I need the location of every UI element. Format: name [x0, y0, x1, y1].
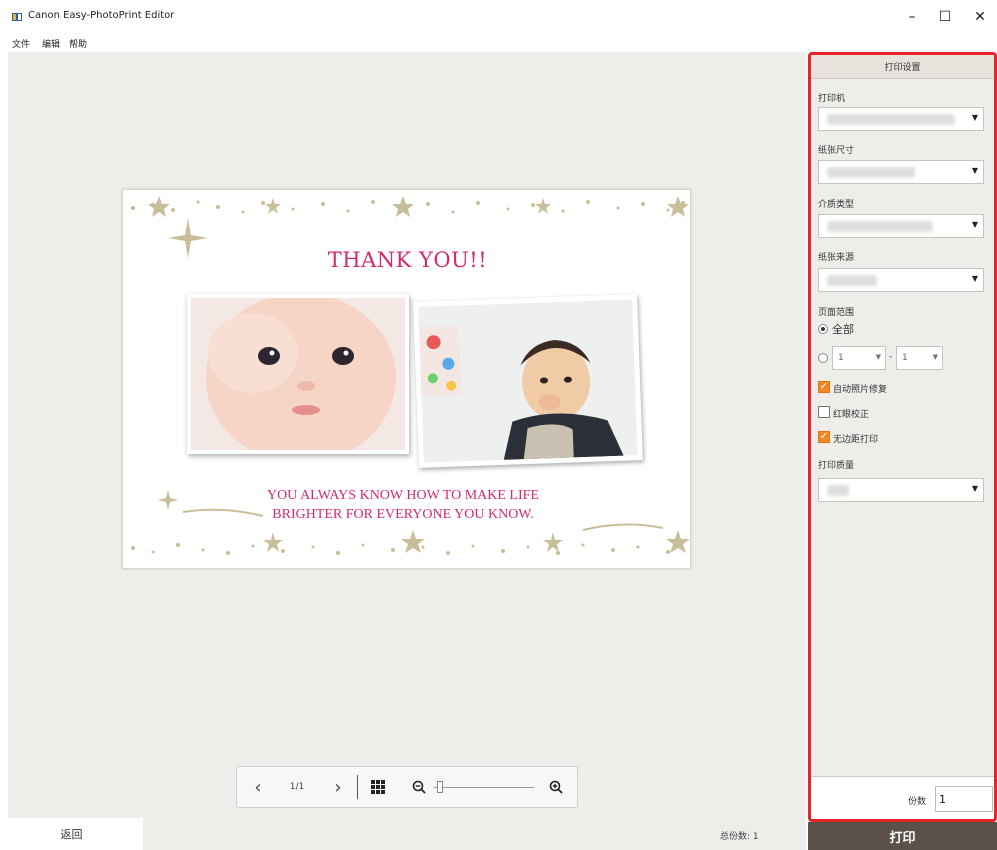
- baby-playing-image: [418, 299, 638, 463]
- borderless-checkbox[interactable]: [818, 431, 830, 443]
- copies-label: 份数: [908, 797, 927, 807]
- view-toolbar: ‹ 1/1 ›: [236, 766, 578, 808]
- media-type-label: 介质类型: [818, 200, 855, 210]
- paper-source-value-blurred: [827, 275, 877, 286]
- dropdown-arrow-icon: ▼: [875, 353, 881, 361]
- borderless-label: 无边距打印: [833, 435, 879, 445]
- media-type-select[interactable]: ▼: [818, 214, 984, 238]
- paper-size-value-blurred: [827, 167, 915, 178]
- baby-portrait-image: [191, 293, 405, 463]
- zoom-slider-thumb[interactable]: [437, 781, 443, 793]
- range-all-radio[interactable]: [818, 324, 828, 334]
- minimize-button[interactable]: –: [897, 6, 927, 28]
- zoom-slider[interactable]: [431, 767, 537, 807]
- dropdown-arrow-icon: ▼: [971, 113, 978, 122]
- auto-photo-fix-checkbox[interactable]: [818, 381, 830, 393]
- title-bar: Canon Easy-PhotoPrint Editor – ☐ ✕: [0, 0, 997, 34]
- page-range-label: 页面范围: [818, 308, 855, 318]
- dropdown-arrow-icon: ▼: [971, 484, 978, 493]
- dropdown-arrow-icon: ▼: [971, 220, 978, 229]
- print-quality-select[interactable]: ▼: [818, 478, 984, 502]
- total-count-label: 总份数: 1: [720, 832, 759, 842]
- red-eye-checkbox[interactable]: [818, 406, 830, 418]
- paper-size-label: 纸张尺寸: [818, 146, 855, 156]
- photo-frame-left[interactable]: [187, 293, 409, 463]
- printer-value-blurred: [827, 114, 955, 125]
- menu-help[interactable]: 帮助: [69, 37, 87, 50]
- stars-border-bottom-icon: [131, 490, 690, 555]
- print-quality-value-blurred: [827, 485, 849, 496]
- range-from-value: 1: [838, 353, 844, 363]
- dropdown-arrow-icon: ▼: [971, 166, 978, 175]
- paper-size-select[interactable]: ▼: [818, 160, 984, 184]
- panel-footer: 份数: [811, 776, 994, 819]
- menu-bar: 文件 编辑 帮助: [0, 34, 997, 52]
- zoom-out-icon[interactable]: [409, 767, 429, 807]
- app-icon: [12, 13, 22, 21]
- prev-page-icon[interactable]: ‹: [245, 767, 271, 807]
- card-preview[interactable]: THANK YOU!! YOU ALWAYS KNOW HOW TO MAKE …: [122, 189, 691, 569]
- maximize-button[interactable]: ☐: [930, 6, 960, 28]
- next-page-icon[interactable]: ›: [325, 767, 351, 807]
- range-custom-radio[interactable]: [818, 353, 828, 363]
- photo-frame-right[interactable]: [413, 294, 643, 468]
- zoom-in-icon[interactable]: [545, 767, 567, 807]
- grid-icon[interactable]: [365, 767, 391, 807]
- window-title: Canon Easy-PhotoPrint Editor: [28, 10, 175, 21]
- back-button[interactable]: 返回: [0, 818, 143, 850]
- printer-label: 打印机: [818, 94, 846, 104]
- media-type-value-blurred: [827, 221, 933, 232]
- paper-source-label: 纸张来源: [818, 253, 855, 263]
- range-to-input[interactable]: 1 ▼: [896, 346, 943, 370]
- copies-input[interactable]: [935, 786, 993, 812]
- dropdown-arrow-icon: ▼: [971, 274, 978, 283]
- dropdown-arrow-icon: ▼: [932, 353, 938, 361]
- red-eye-label: 红眼校正: [833, 410, 870, 420]
- menu-edit[interactable]: 编辑: [42, 37, 60, 50]
- card-title: THANK YOU!!: [327, 248, 488, 272]
- print-button[interactable]: 打印: [808, 822, 997, 850]
- range-dash: -: [889, 352, 893, 362]
- range-all-label: 全部: [832, 323, 854, 336]
- page-indicator: 1/1: [289, 782, 305, 792]
- auto-photo-fix-label: 自动照片修复: [833, 385, 888, 395]
- paper-source-select[interactable]: ▼: [818, 268, 984, 292]
- printer-select[interactable]: ▼: [818, 107, 984, 131]
- range-to-value: 1: [902, 353, 908, 363]
- toolbar-divider: [355, 767, 359, 807]
- print-quality-label: 打印质量: [818, 461, 855, 471]
- close-button[interactable]: ✕: [965, 6, 995, 28]
- menu-file[interactable]: 文件: [12, 37, 30, 50]
- print-settings-panel: 打印设置 打印机 ▼ 纸张尺寸 ▼ 介质类型 ▼ 纸张来源 ▼ 页面范围 全部 …: [808, 52, 997, 822]
- panel-title: 打印设置: [811, 55, 994, 79]
- range-from-input[interactable]: 1 ▼: [832, 346, 886, 370]
